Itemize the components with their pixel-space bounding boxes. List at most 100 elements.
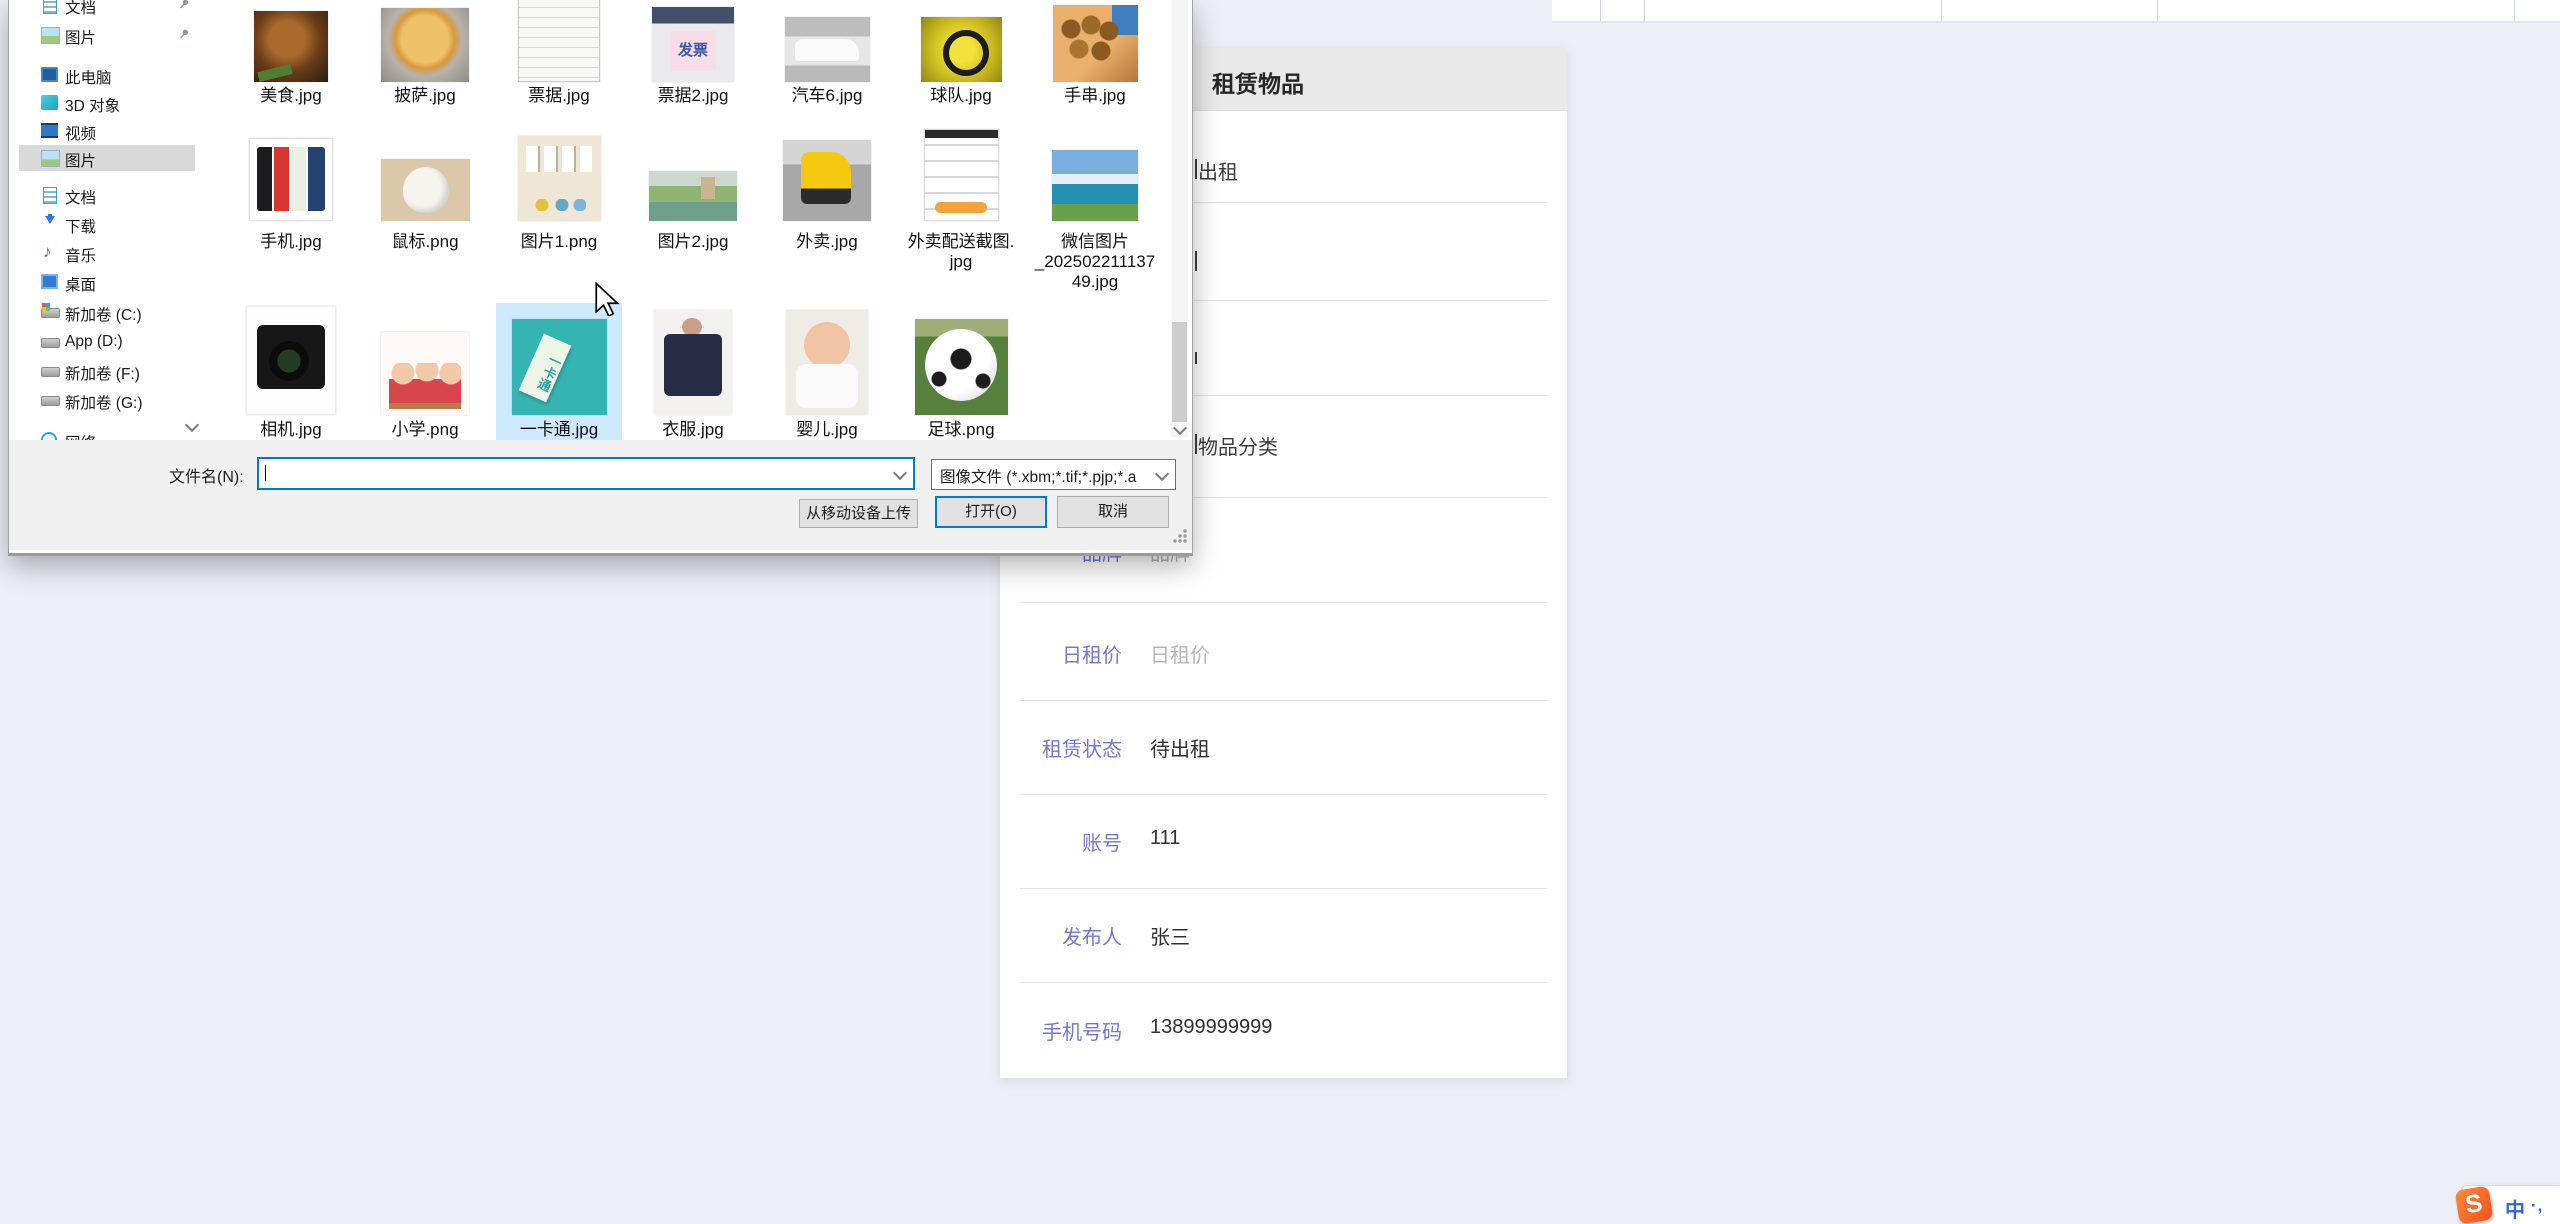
file-name-label: 一卡通.jpg bbox=[492, 420, 626, 440]
thumbnail-gallery bbox=[518, 136, 601, 221]
file-name-label: 外卖.jpg bbox=[760, 232, 894, 252]
file-name-label: 票据2.jpg bbox=[626, 86, 760, 106]
sidebar-item-label: 桌面 bbox=[65, 273, 96, 295]
sidebar-item-App (D:)[interactable]: App (D:) bbox=[19, 329, 195, 355]
table-cell-border bbox=[1941, 0, 1942, 21]
sogou-logo-icon[interactable]: S bbox=[2455, 1186, 2494, 1224]
file-name-label: 球队.jpg bbox=[894, 86, 1028, 106]
thumbnail-phone bbox=[249, 138, 333, 221]
filename-label: 文件名(N): bbox=[169, 463, 244, 487]
thumbnail-clothes bbox=[654, 310, 732, 415]
resize-grip[interactable] bbox=[1173, 527, 1189, 543]
sidebar-item-下载[interactable]: 下载 bbox=[19, 211, 195, 237]
file-name-label: 衣服.jpg bbox=[626, 420, 760, 440]
file-name-label: 鼠标.png bbox=[358, 232, 492, 252]
drive-windows-icon bbox=[41, 308, 60, 318]
file-name-label: 票据.jpg bbox=[492, 86, 626, 106]
file-name-label: 手机.jpg bbox=[224, 232, 358, 252]
field-separator bbox=[1020, 794, 1547, 795]
music-icon bbox=[41, 245, 58, 260]
sidebar-item-新加卷 (F:)[interactable]: 新加卷 (F:) bbox=[19, 358, 195, 384]
file-name-label: 手串.jpg bbox=[1028, 86, 1162, 106]
drive-icon bbox=[41, 396, 60, 406]
file-name-label: 婴儿.jpg bbox=[760, 420, 894, 440]
sidebar-item-文档[interactable]: 文档 bbox=[19, 0, 195, 18]
pictures-icon bbox=[41, 27, 60, 44]
sidebar-item-label: 此电脑 bbox=[65, 66, 112, 88]
sidebar-item-label: 文档 bbox=[65, 0, 96, 18]
file-name-label: 图片2.jpg bbox=[626, 232, 760, 252]
sidebar-item-label: 视频 bbox=[65, 122, 96, 144]
sidebar-item-此电脑[interactable]: 此电脑 bbox=[19, 62, 195, 88]
mouse-cursor-icon bbox=[594, 282, 624, 316]
field-separator bbox=[1020, 700, 1547, 701]
scrollbar-thumb[interactable] bbox=[1172, 322, 1187, 422]
upload-from-mobile-button[interactable]: 从移动设备上传 bbox=[799, 499, 918, 528]
file-list-scroll-down-icon[interactable] bbox=[1175, 423, 1185, 433]
file-name-label: 相机.jpg bbox=[224, 420, 358, 440]
pin-icon bbox=[177, 0, 191, 11]
sidebar-item-label: 文档 bbox=[65, 186, 96, 208]
thumbnail-beads bbox=[1053, 5, 1138, 82]
ime-punctuation-indicator[interactable]: ·, bbox=[2531, 1196, 2543, 1216]
downloads-icon bbox=[41, 216, 58, 231]
documents-icon bbox=[43, 0, 57, 14]
panel-field-value: 出租 bbox=[1198, 156, 1246, 182]
pictures-icon bbox=[41, 150, 60, 167]
file-name-label: 汽车6.jpg bbox=[760, 86, 894, 106]
drive-icon bbox=[41, 367, 60, 377]
file-type-value: 图像文件 (*.xbm;*.tif;*.pjp;*.a bbox=[940, 465, 1150, 487]
documents-icon bbox=[43, 187, 57, 204]
file-name-label: 披萨.jpg bbox=[358, 86, 492, 106]
sidebar-item-label: 图片 bbox=[65, 149, 96, 171]
sidebar-item-新加卷 (G:)[interactable]: 新加卷 (G:) bbox=[19, 387, 195, 413]
file-type-select[interactable]: 图像文件 (*.xbm;*.tif;*.pjp;*.a bbox=[931, 459, 1176, 490]
sidebar-item-桌面[interactable]: 桌面 bbox=[19, 269, 195, 295]
filename-input[interactable] bbox=[257, 457, 915, 490]
file-name-label: 小学.png bbox=[358, 420, 492, 440]
file-name-label: 美食.jpg bbox=[224, 86, 358, 106]
ime-language-indicator[interactable]: 中 bbox=[2505, 1194, 2525, 1223]
thumbnail-baby bbox=[786, 310, 868, 415]
sidebar-item-图片[interactable]: 图片 bbox=[19, 22, 195, 48]
table-cell-border bbox=[1600, 0, 1601, 21]
file-open-dialog: 文档图片此电脑3D 对象视频图片文档下载音乐桌面新加卷 (C:)App (D:)… bbox=[8, 0, 1193, 556]
panel-field-row: 手机号码13899999999 bbox=[1000, 1016, 1567, 1046]
sidebar-item-图片-selected[interactable]: 图片 bbox=[19, 145, 195, 171]
panel-field-label: 手机号码 bbox=[1000, 1016, 1122, 1045]
thumbnail-food bbox=[254, 11, 328, 82]
sidebar-item-3D 对象[interactable]: 3D 对象 bbox=[19, 90, 195, 116]
thumbnail-team bbox=[921, 17, 1002, 82]
thumbnail-camera bbox=[246, 306, 336, 415]
text-caret bbox=[265, 465, 266, 481]
sidebar-item-label: 新加卷 (C:) bbox=[65, 303, 142, 325]
thumbnail-scenic bbox=[1052, 150, 1138, 221]
sidebar-scroll-down-icon[interactable] bbox=[187, 420, 197, 430]
pin-icon bbox=[177, 27, 191, 41]
sidebar-item-文档[interactable]: 文档 bbox=[19, 182, 195, 208]
table-cell-border bbox=[2157, 0, 2158, 21]
chevron-down-icon bbox=[1155, 467, 1169, 481]
table-cell-border bbox=[2514, 0, 2515, 21]
panel-field-value: 张三 bbox=[1150, 921, 1190, 950]
file-name-label: _202502211137 bbox=[1028, 252, 1162, 272]
panel-field-placeholder: 日租价 bbox=[1150, 639, 1210, 668]
thumbnail-pizza bbox=[381, 8, 469, 82]
sidebar-item-视频[interactable]: 视频 bbox=[19, 118, 195, 144]
sidebar-item-新加卷 (C:)[interactable]: 新加卷 (C:) bbox=[19, 299, 195, 325]
sidebar-item-音乐[interactable]: 音乐 bbox=[19, 240, 195, 266]
open-button[interactable]: 打开(O) bbox=[935, 496, 1047, 528]
file-name-label: 外卖配送截图. bbox=[894, 232, 1028, 252]
field-separator bbox=[1020, 602, 1547, 603]
panel-field-value: 物品分类 bbox=[1198, 431, 1288, 457]
file-list-scrollbar[interactable] bbox=[1171, 0, 1188, 437]
sidebar-item-label: 新加卷 (F:) bbox=[65, 362, 140, 384]
cancel-button[interactable]: 取消 bbox=[1057, 496, 1169, 528]
thumbnail-mouse bbox=[381, 159, 470, 221]
thumbnail-car bbox=[785, 17, 870, 82]
sidebar-item-label: 图片 bbox=[65, 26, 96, 48]
panel-field-row: 日租价日租价 bbox=[1000, 639, 1567, 669]
filename-dropdown-icon[interactable] bbox=[893, 466, 907, 480]
ime-toolbar[interactable]: S 中 ·, bbox=[2462, 1185, 2560, 1224]
thumbnail-appshot bbox=[924, 129, 999, 221]
